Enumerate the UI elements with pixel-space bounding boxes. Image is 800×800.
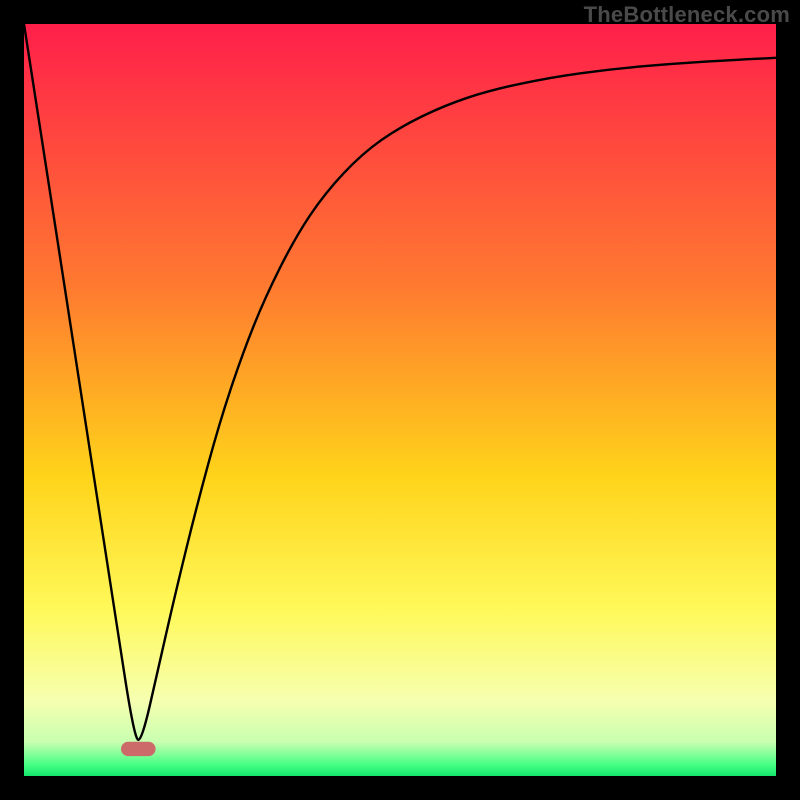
- watermark-text: TheBottleneck.com: [584, 2, 790, 28]
- chart-frame: TheBottleneck.com: [0, 0, 800, 800]
- plot-area: [24, 24, 776, 776]
- bottleneck-chart: [24, 24, 776, 776]
- gradient-background: [24, 24, 776, 776]
- minimum-marker: [121, 742, 156, 756]
